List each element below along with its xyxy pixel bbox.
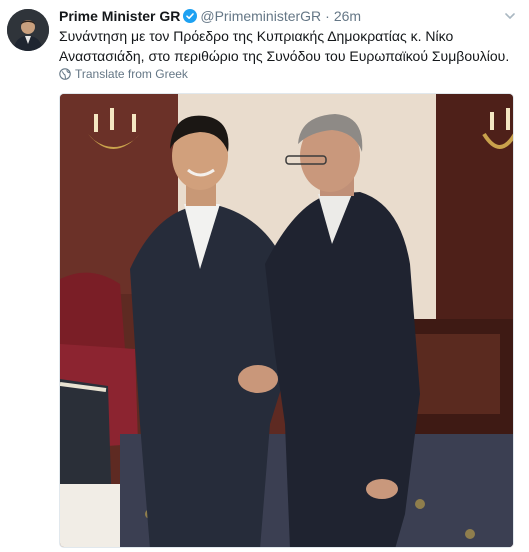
author-handle[interactable]: @PrimeministerGR: [200, 8, 321, 24]
tweet-header: Prime Minister GR @PrimeministerGR · 26m: [59, 6, 499, 26]
tweet-text-line: Συνάντηση με τον Πρόεδρο της Κυπριακής Δ…: [59, 28, 454, 44]
tweet-text: Συνάντηση με τον Πρόεδρο της Κυπριακής Δ…: [59, 26, 514, 66]
translate-link[interactable]: Translate from Greek: [59, 67, 188, 81]
verified-badge-icon: [183, 9, 198, 23]
author-name[interactable]: Prime Minister GR: [59, 8, 180, 24]
translate-label: Translate from Greek: [75, 67, 188, 81]
photo-image: [60, 94, 513, 547]
separator: ·: [325, 8, 330, 24]
chevron-down-icon[interactable]: [503, 9, 517, 23]
tweet-photo[interactable]: [59, 93, 514, 548]
tweet-text-line: Αναστασιάδη, στο περιθώριο της Συνόδου τ…: [59, 48, 510, 64]
tweet[interactable]: Prime Minister GR @PrimeministerGR · 26m…: [0, 0, 529, 552]
avatar[interactable]: [7, 9, 49, 51]
globe-icon: [59, 68, 71, 80]
timestamp[interactable]: 26m: [334, 8, 361, 24]
